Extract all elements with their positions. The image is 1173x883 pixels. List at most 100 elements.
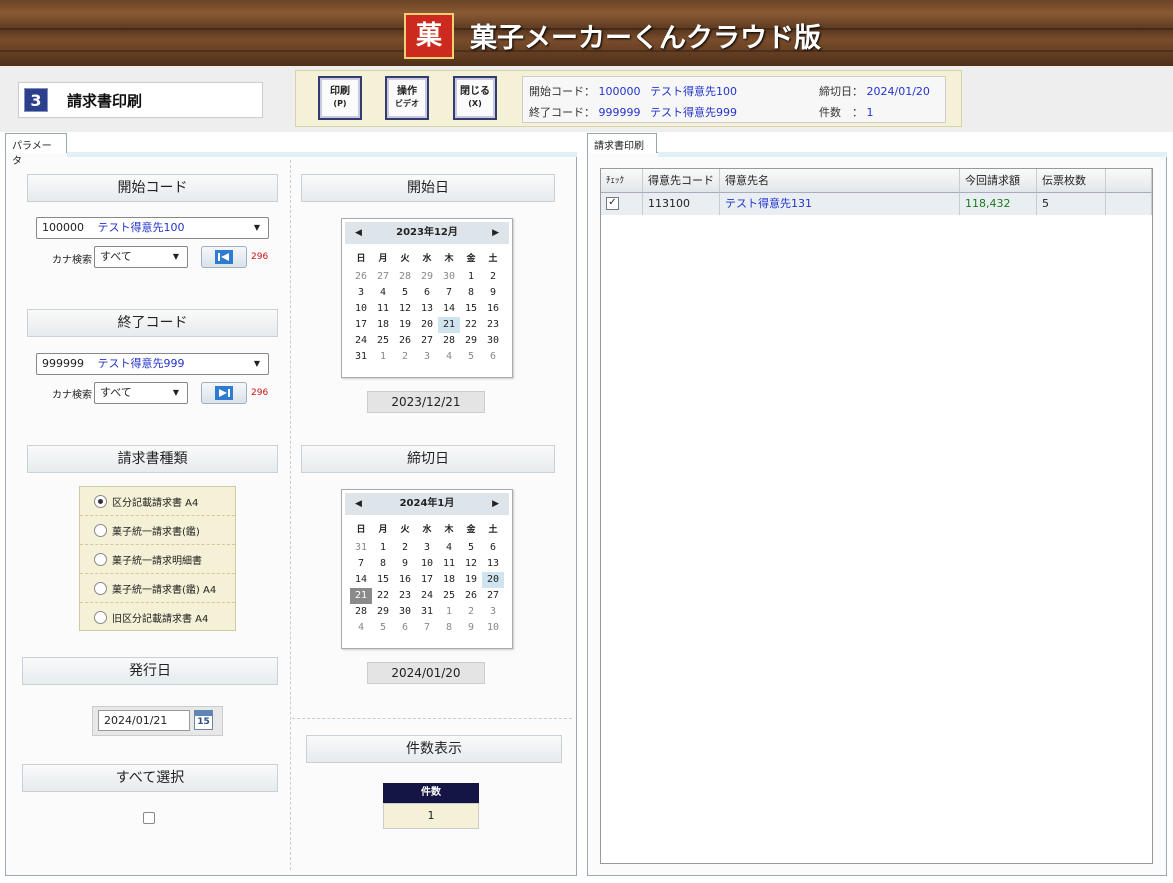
end-code-combo[interactable]: 999999 テスト得意先999 ▼ bbox=[36, 353, 269, 375]
calendar-day[interactable]: 29 bbox=[460, 333, 482, 349]
calendar-day[interactable]: 4 bbox=[350, 620, 372, 636]
calendar-day[interactable]: 10 bbox=[482, 620, 504, 636]
invoice-type-option[interactable]: 菓子統一請求明細書 bbox=[80, 545, 235, 574]
calendar-day[interactable]: 11 bbox=[372, 301, 394, 317]
calendar-day[interactable]: 18 bbox=[438, 572, 460, 588]
calendar-day[interactable]: 9 bbox=[460, 620, 482, 636]
calendar-day[interactable]: 27 bbox=[372, 269, 394, 285]
start-code-combo[interactable]: 100000 テスト得意先100 ▼ bbox=[36, 217, 269, 239]
calendar-day[interactable]: 19 bbox=[394, 317, 416, 333]
calendar-day[interactable]: 22 bbox=[460, 317, 482, 333]
calendar-day[interactable]: 30 bbox=[438, 269, 460, 285]
calendar-day[interactable]: 30 bbox=[482, 333, 504, 349]
invoice-type-option[interactable]: 旧区分記載請求書 A4 bbox=[80, 603, 235, 632]
calendar-day[interactable]: 9 bbox=[482, 285, 504, 301]
invoice-type-option[interactable]: 菓子統一請求書(鑑) A4 bbox=[80, 574, 235, 603]
tab-invoice-print[interactable]: 請求書印刷 bbox=[587, 133, 657, 153]
calendar-day[interactable]: 4 bbox=[438, 349, 460, 365]
calendar-day[interactable]: 5 bbox=[372, 620, 394, 636]
calendar-day[interactable]: 6 bbox=[394, 620, 416, 636]
calendar-day[interactable]: 10 bbox=[416, 556, 438, 572]
calendar-day[interactable]: 2 bbox=[460, 604, 482, 620]
calendar-day[interactable]: 3 bbox=[416, 349, 438, 365]
calendar-day[interactable]: 17 bbox=[350, 317, 372, 333]
calendar-day[interactable]: 27 bbox=[416, 333, 438, 349]
calendar-day[interactable]: 29 bbox=[372, 604, 394, 620]
calendar-day[interactable]: 1 bbox=[372, 540, 394, 556]
calendar-icon[interactable]: 15 bbox=[194, 710, 213, 730]
calendar-day[interactable]: 15 bbox=[372, 572, 394, 588]
calendar-day[interactable]: 13 bbox=[416, 301, 438, 317]
calendar-day[interactable]: 29 bbox=[416, 269, 438, 285]
first-record-button[interactable] bbox=[201, 246, 247, 268]
calendar-day[interactable]: 24 bbox=[350, 333, 372, 349]
calendar-day[interactable]: 7 bbox=[350, 556, 372, 572]
calendar-day[interactable]: 25 bbox=[372, 333, 394, 349]
calendar-day[interactable]: 4 bbox=[372, 285, 394, 301]
calendar-day[interactable]: 25 bbox=[438, 588, 460, 604]
calendar-day[interactable]: 31 bbox=[350, 349, 372, 365]
calendar-day[interactable]: 28 bbox=[350, 604, 372, 620]
calendar-day[interactable]: 21 bbox=[438, 317, 460, 333]
calendar-day[interactable]: 2 bbox=[394, 349, 416, 365]
calendar-day[interactable]: 3 bbox=[350, 285, 372, 301]
calendar-day[interactable]: 26 bbox=[350, 269, 372, 285]
table-row-amount[interactable]: 118,432 bbox=[960, 193, 1037, 215]
calendar-day[interactable]: 5 bbox=[460, 349, 482, 365]
tab-parameters[interactable]: パラメータ bbox=[5, 133, 67, 167]
calendar-day[interactable]: 1 bbox=[372, 349, 394, 365]
next-month-icon[interactable]: ▶ bbox=[492, 222, 499, 244]
start-kana-combo[interactable]: すべて ▼ bbox=[94, 246, 188, 268]
print-button[interactable]: 印刷 (P) bbox=[318, 76, 362, 120]
prev-month-icon[interactable]: ◀ bbox=[355, 222, 362, 244]
calendar-day[interactable]: 28 bbox=[438, 333, 460, 349]
calendar-day[interactable]: 11 bbox=[438, 556, 460, 572]
calendar-day[interactable]: 24 bbox=[416, 588, 438, 604]
calendar-day[interactable]: 19 bbox=[460, 572, 482, 588]
row-checkbox[interactable]: ✓ bbox=[606, 197, 619, 210]
calendar-day[interactable]: 16 bbox=[482, 301, 504, 317]
calendar-day[interactable]: 1 bbox=[438, 604, 460, 620]
calendar-day[interactable]: 12 bbox=[394, 301, 416, 317]
calendar-day[interactable]: 20 bbox=[482, 572, 504, 588]
calendar-day[interactable]: 31 bbox=[350, 540, 372, 556]
calendar-day[interactable]: 20 bbox=[416, 317, 438, 333]
calendar-day[interactable]: 3 bbox=[416, 540, 438, 556]
calendar-day[interactable]: 13 bbox=[482, 556, 504, 572]
prev-month-icon[interactable]: ◀ bbox=[355, 493, 362, 515]
calendar-day[interactable]: 16 bbox=[394, 572, 416, 588]
issue-date-input[interactable]: 2024/01/21 bbox=[98, 710, 190, 731]
calendar-day[interactable]: 5 bbox=[460, 540, 482, 556]
last-record-button[interactable] bbox=[201, 382, 247, 404]
calendar-day[interactable]: 26 bbox=[460, 588, 482, 604]
invoice-type-option[interactable]: 区分記載請求書 A4 bbox=[80, 487, 235, 516]
calendar-day[interactable]: 26 bbox=[394, 333, 416, 349]
calendar-day[interactable]: 2 bbox=[394, 540, 416, 556]
calendar-day[interactable]: 1 bbox=[460, 269, 482, 285]
calendar-day[interactable]: 9 bbox=[394, 556, 416, 572]
calendar-day[interactable]: 7 bbox=[416, 620, 438, 636]
calendar-day[interactable]: 6 bbox=[416, 285, 438, 301]
calendar-day[interactable]: 8 bbox=[438, 620, 460, 636]
calendar-day[interactable]: 23 bbox=[482, 317, 504, 333]
calendar-day[interactable]: 10 bbox=[350, 301, 372, 317]
end-kana-combo[interactable]: すべて ▼ bbox=[94, 382, 188, 404]
calendar-day[interactable]: 21 bbox=[350, 588, 372, 604]
calendar-day[interactable]: 30 bbox=[394, 604, 416, 620]
calendar-day[interactable]: 6 bbox=[482, 349, 504, 365]
video-button[interactable]: 操作 ビデオ bbox=[385, 76, 429, 120]
table-row-check-cell[interactable]: ✓ bbox=[601, 193, 643, 215]
table-row-name[interactable]: テスト得意先131 bbox=[720, 193, 960, 215]
table-row-slips[interactable]: 5 bbox=[1037, 193, 1106, 215]
select-all-checkbox[interactable] bbox=[143, 812, 155, 824]
calendar-day[interactable]: 3 bbox=[482, 604, 504, 620]
calendar-day[interactable]: 12 bbox=[460, 556, 482, 572]
calendar-day[interactable]: 22 bbox=[372, 588, 394, 604]
invoice-type-option[interactable]: 菓子統一請求書(鑑) bbox=[80, 516, 235, 545]
calendar-day[interactable]: 31 bbox=[416, 604, 438, 620]
calendar-day[interactable]: 18 bbox=[372, 317, 394, 333]
calendar-day[interactable]: 15 bbox=[460, 301, 482, 317]
calendar-day[interactable]: 23 bbox=[394, 588, 416, 604]
table-row-code[interactable]: 113100 bbox=[643, 193, 720, 215]
calendar-day[interactable]: 27 bbox=[482, 588, 504, 604]
